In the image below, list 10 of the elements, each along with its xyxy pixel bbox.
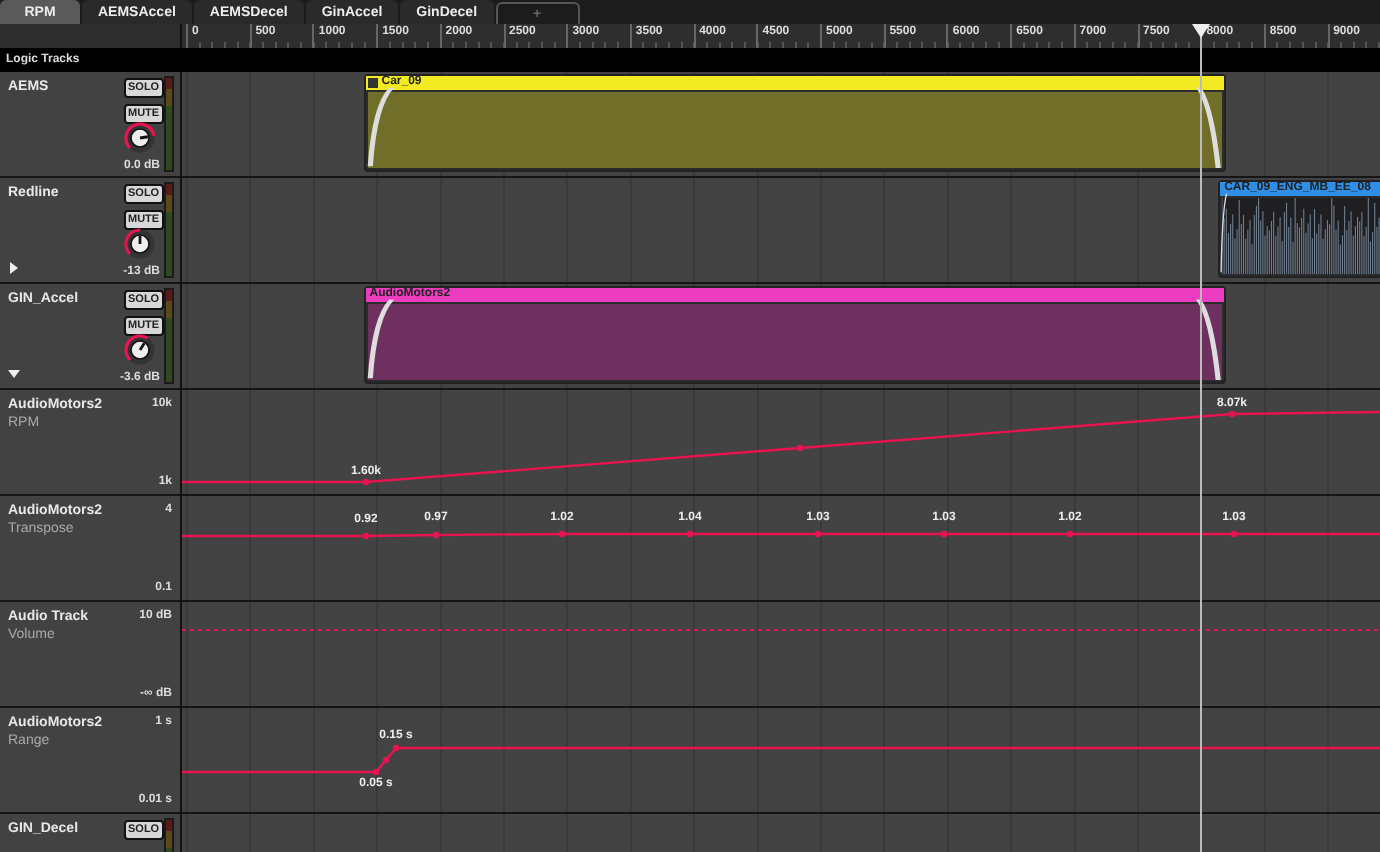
automation-curve[interactable] [182, 410, 1380, 486]
level-meter [164, 288, 174, 384]
level-meter [164, 76, 174, 172]
level-meter [164, 182, 174, 278]
volume-knob[interactable] [124, 228, 156, 260]
volume-knob[interactable] [124, 122, 156, 154]
automation-curve[interactable] [182, 744, 1380, 776]
volume-knob[interactable] [124, 334, 156, 366]
collapsed-triangle-icon[interactable] [8, 262, 20, 274]
expanded-triangle-icon[interactable] [8, 368, 20, 380]
